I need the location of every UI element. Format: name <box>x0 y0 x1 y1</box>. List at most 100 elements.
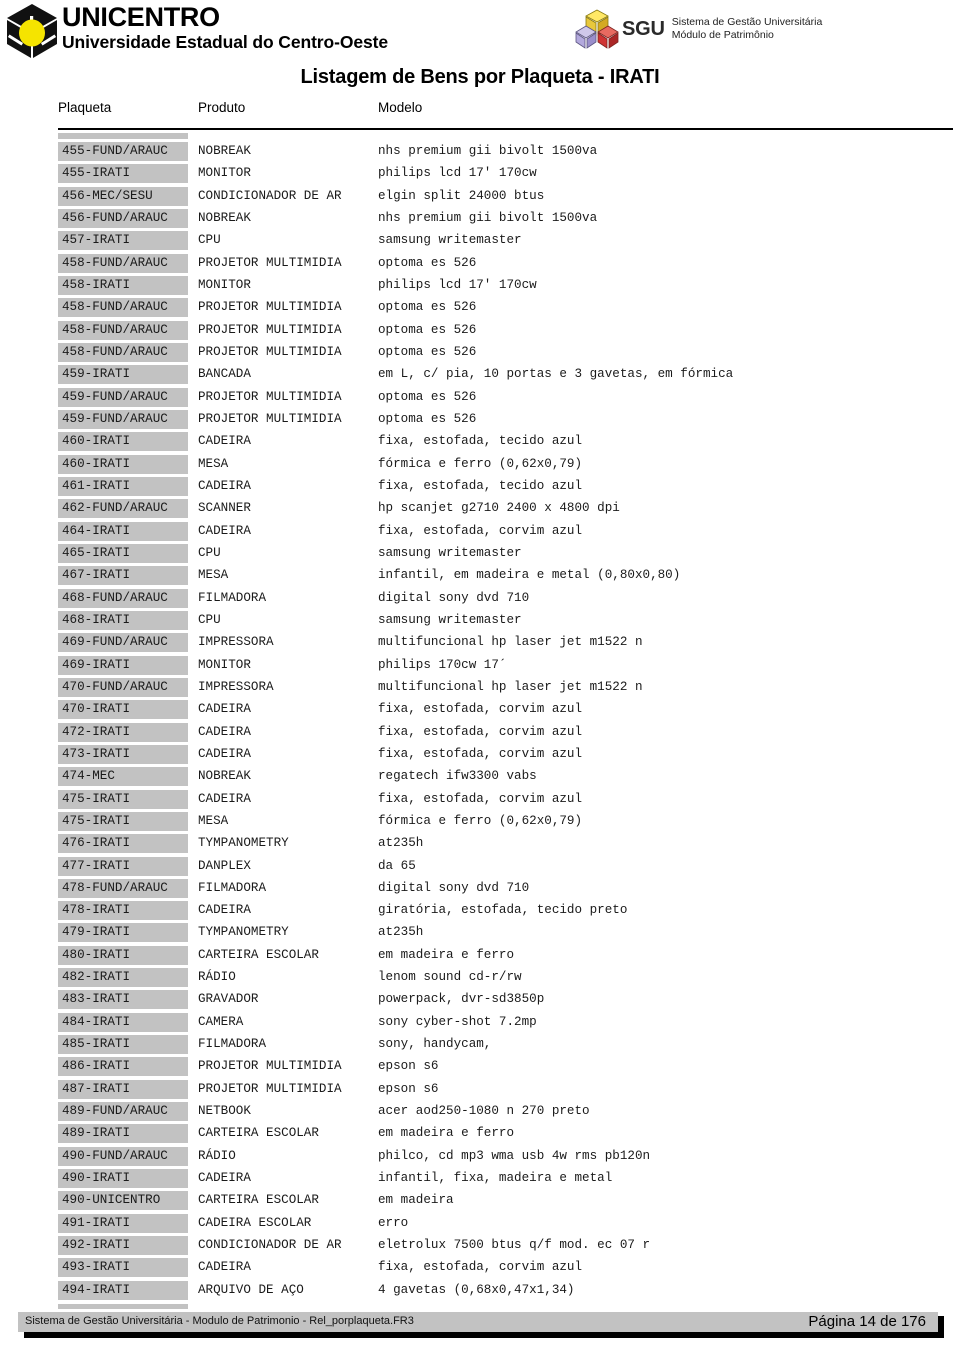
cell-produto: TYMPANOMETRY <box>198 925 289 940</box>
cell-produto: CADEIRA <box>198 791 251 806</box>
cell-plaqueta: 470-FUND/ARAUC <box>58 677 188 697</box>
sgu-acronym: SGU <box>622 17 665 40</box>
cell-produto: PROJETOR MULTIMIDIA <box>198 322 342 337</box>
cell-modelo: at235h <box>378 836 424 851</box>
table-row: 493-IRATI CADEIRA fixa, estofada, corvim a… <box>0 1258 960 1280</box>
cell-plaqueta: 468-IRATI <box>58 610 188 630</box>
cell-produto: PROJETOR MULTIMIDIA <box>198 1059 342 1074</box>
cell-modelo: em madeira e ferro <box>378 947 515 962</box>
cell-plaqueta: 491-IRATI <box>58 1213 188 1233</box>
cell-modelo: multifuncional hp laser jet m1522 n <box>378 679 643 694</box>
cell-produto: PROJETOR MULTIMIDIA <box>198 1081 342 1096</box>
table-row: 489-IRATI CARTEIRA ESCOLAR em madeira e fe… <box>0 1124 960 1146</box>
table-row: 469-IRATI MONITOR philips 170cw 17´ <box>0 655 960 678</box>
cell-produto: CARTEIRA ESCOLAR <box>198 1126 319 1141</box>
cell-plaqueta: 455-IRATI <box>58 164 188 184</box>
table-row: 460-IRATI MESA fórmica e ferro (0,62x0,79) <box>0 454 960 477</box>
cell-modelo: erro <box>378 1215 409 1230</box>
unicentro-cube-logo-icon <box>4 2 60 60</box>
cell-plaqueta: 485-IRATI <box>58 1035 188 1055</box>
table-row: 490-FUND/ARAUC RÁDIO philco, cd mp3 wma us… <box>0 1146 960 1169</box>
cell-produto: CADEIRA <box>198 903 251 918</box>
table-row: 491-IRATI CADEIRA ESCOLAR erro <box>0 1213 960 1236</box>
cell-plaqueta: 468-FUND/ARAUC <box>58 588 188 608</box>
cell-produto: SCANNER <box>198 501 251 516</box>
cell-modelo: fixa, estofada, tecido azul <box>378 478 583 493</box>
cell-produto: CPU <box>198 233 221 248</box>
cell-produto: CONDICIONADOR DE AR <box>198 1238 342 1253</box>
cell-plaqueta: 467-IRATI <box>58 566 188 586</box>
table-row: 494-IRATI ARQUIVO DE AÇO 4 gavetas (0,68x0… <box>0 1280 960 1303</box>
cell-modelo: philco, cd mp3 wma usb 4w rms pb120n <box>378 1148 651 1163</box>
cell-plaqueta: 455-FUND/ARAUC <box>58 142 188 161</box>
cell-produto: CADEIRA <box>198 1171 251 1186</box>
cell-produto: CONDICIONADOR DE AR <box>198 188 342 203</box>
cell-produto: CADEIRA <box>198 724 251 739</box>
cell-plaqueta: 459-IRATI <box>58 365 188 385</box>
table-row: 480-IRATI CARTEIRA ESCOLAR em madeira e fe… <box>0 945 960 968</box>
cell-produto: FILMADORA <box>198 1037 267 1052</box>
cell-plaqueta: 458-IRATI <box>58 275 188 295</box>
cell-plaqueta: 456-MEC/SESU <box>58 186 188 206</box>
cell-produto: DANPLEX <box>198 858 251 873</box>
cell-modelo: fixa, estofada, corvim azul <box>378 791 583 806</box>
cell-modelo: eletrolux 7500 btus q/f mod. ec 07 r <box>378 1238 651 1253</box>
table-row: 478-IRATI CADEIRA giratória, estofada, tec… <box>0 901 960 923</box>
cell-modelo: samsung writemaster <box>378 545 522 560</box>
cell-produto: MESA <box>198 813 229 828</box>
cell-modelo: fórmica e ferro (0,62x0,79) <box>378 813 583 828</box>
cell-produto: RÁDIO <box>198 970 236 985</box>
cell-plaqueta: 475-IRATI <box>58 811 188 831</box>
cell-produto: PROJETOR MULTIMIDIA <box>198 255 342 270</box>
cell-produto: MESA <box>198 456 229 471</box>
cell-plaqueta: 461-IRATI <box>58 476 188 496</box>
cell-produto: PROJETOR MULTIMIDIA <box>198 300 342 315</box>
table-row: 483-IRATI GRAVADOR powerpack, dvr-sd3850p <box>0 990 960 1012</box>
table-row: 461-IRATI CADEIRA fixa, estofada, tecido a… <box>0 476 960 499</box>
cell-modelo: giratória, estofada, tecido preto <box>378 903 628 918</box>
cell-modelo: fixa, estofada, corvim azul <box>378 746 583 761</box>
footer-band: Sistema de Gestão Universitária - Modulo… <box>18 1312 938 1332</box>
table-row: 476-IRATI TYMPANOMETRY at235h <box>0 834 960 856</box>
cell-produto: NOBREAK <box>198 210 251 225</box>
table-row: 459-FUND/ARAUC PROJETOR MULTIMIDIA optoma … <box>0 409 960 432</box>
footer-shadow-bottom <box>24 1332 944 1338</box>
table-row: 472-IRATI CADEIRA fixa, estofada, corvim a… <box>0 722 960 745</box>
column-header-modelo: Modelo <box>378 100 423 115</box>
table-row: 468-IRATI CPU samsung writemaster <box>0 610 960 633</box>
cell-modelo: acer aod250-1080 n 270 preto <box>378 1104 590 1119</box>
cell-modelo: epson s6 <box>378 1081 439 1096</box>
university-subtitle: Universidade Estadual do Centro-Oeste <box>62 32 388 52</box>
cell-produto: CARTEIRA ESCOLAR <box>198 947 319 962</box>
cell-modelo: digital sony dvd 710 <box>378 590 530 605</box>
cell-plaqueta: 493-IRATI <box>58 1258 188 1278</box>
cell-modelo: digital sony dvd 710 <box>378 880 530 895</box>
table-body: 455-FUND/ARAUC NOBREAK nhs premium gii biv… <box>0 142 960 1309</box>
table-row: 455-FUND/ARAUC NOBREAK nhs premium gii biv… <box>0 142 960 164</box>
cell-produto: BANCADA <box>198 367 251 382</box>
cell-modelo: samsung writemaster <box>378 612 522 627</box>
cell-plaqueta: 460-IRATI <box>58 432 188 452</box>
cell-plaqueta: 475-IRATI <box>58 789 188 809</box>
cell-plaqueta: 458-FUND/ARAUC <box>58 320 188 340</box>
cell-modelo: nhs premium gii bivolt 1500va <box>378 210 598 225</box>
cell-plaqueta: 490-FUND/ARAUC <box>58 1146 188 1166</box>
table-row: 467-IRATI MESA infantil, em madeira e meta… <box>0 566 960 588</box>
cell-produto: MONITOR <box>198 277 251 292</box>
footer-page-number: Página 14 de 176 <box>808 1313 926 1330</box>
cell-produto: CARTEIRA ESCOLAR <box>198 1193 319 1208</box>
cell-produto: FILMADORA <box>198 590 267 605</box>
university-name: UNICENTRO <box>62 2 220 32</box>
cell-plaqueta: 489-FUND/ARAUC <box>58 1102 188 1122</box>
cell-plaqueta: 494-IRATI <box>58 1280 188 1300</box>
cell-modelo: lenom sound cd-r/rw <box>378 970 522 985</box>
footer-shadow-right <box>938 1316 944 1338</box>
table-row: 468-FUND/ARAUC FILMADORA digital sony dvd … <box>0 588 960 611</box>
cell-plaqueta: 459-FUND/ARAUC <box>58 409 188 429</box>
cell-modelo: da 65 <box>378 858 416 873</box>
cell-modelo: nhs premium gii bivolt 1500va <box>378 144 598 158</box>
table-row: 484-IRATI CAMERA sony cyber-shot 7.2mp <box>0 1012 960 1035</box>
cell-plaqueta: 470-IRATI <box>58 700 188 720</box>
cell-modelo: regatech ifw3300 vabs <box>378 769 537 784</box>
sgu-module-name: Módulo de Patrimônio <box>671 29 774 41</box>
